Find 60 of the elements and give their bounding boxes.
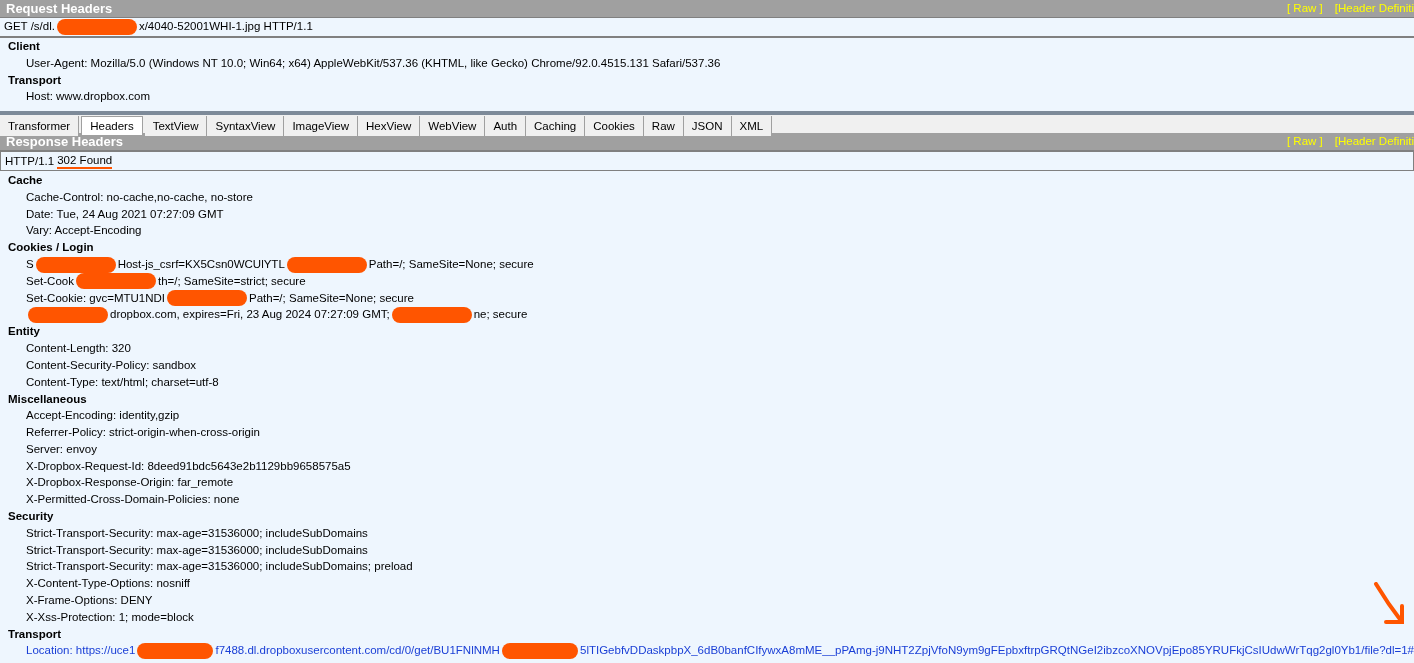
tab[interactable]: Auth: [485, 116, 527, 137]
tab[interactable]: Raw: [643, 116, 684, 137]
header-text: Host-js_csrf=KX5Csn0WCUlYTL: [117, 256, 285, 272]
tab[interactable]: TextView: [144, 116, 208, 137]
tab[interactable]: Headers: [81, 116, 143, 137]
group-heading: Transport: [7, 626, 63, 642]
header-text: Server: envoy: [26, 441, 97, 457]
header-text: X-Dropbox-Request-Id: 8deed91bdc5643e2b1129bb9658575a5: [26, 458, 351, 474]
tab[interactable]: Caching: [526, 116, 586, 137]
header-text: GET /s/dl.: [4, 19, 55, 35]
header-text: Cache-Control: no-cache,no-cache, no-store: [26, 189, 253, 205]
header-text: X-Permitted-Cross-Domain-Policies: none: [26, 492, 240, 508]
header-text: User-Agent: Mozilla/5.0 (Windows NT 10.0; Win64; x64) AppleWebKit/537.36 (KHTML, like Gecko) Chrome/92.0.4515.131 Safari/537.36: [26, 55, 721, 71]
location-link[interactable]: f7488.dl.dropboxusercontent.com/cd/0/get/BU1FNlNMH: [215, 642, 500, 660]
header-text: Path=/; SameSite=None; secure: [249, 290, 414, 306]
status-code: 302 Found: [57, 153, 113, 170]
group-heading: Miscellaneous: [7, 391, 88, 407]
header-text: th=/; SameSite=strict; secure: [157, 273, 306, 289]
request-line-field[interactable]: GET /s/dl. x/4040-52001WHI-1.jpg HTTP/1.1: [0, 18, 1414, 38]
status-line-field[interactable]: HTTP/1.1 302 Found: [0, 151, 1414, 172]
tab[interactable]: SyntaxView: [207, 116, 285, 137]
header-text: Vary: Accept-Encoding: [26, 223, 142, 239]
header-text: Strict-Transport-Security: max-age=31536000; includeSubDomains; preload: [26, 559, 413, 575]
header-text: Host: www.dropbox.com: [26, 89, 150, 105]
header-text: ne; secure: [473, 307, 528, 323]
header-text: Referrer-Policy: strict-origin-when-cross-origin: [26, 424, 260, 440]
group-heading: Cookies / Login: [7, 240, 95, 256]
header-text: Content-Security-Policy: sandbox: [26, 357, 197, 373]
header-text: S: [26, 256, 34, 272]
location-link[interactable]: 5lTIGebfvDDaskpbpX_6dB0banfCIfywxA8mME__pPAmg-j9NHT2ZpjVfoN9ym9gFEpbxftrpGRQtNGeI2ibzcoXNOVpjEpo85YRUFkjCsIUdwWrTqg2gl0Yb1/file?dl=1#: [580, 642, 1414, 660]
header-text: Strict-Transport-Security: max-age=31536000; includeSubDomains: [26, 542, 368, 558]
group-heading: Client: [7, 39, 41, 54]
header-text: Strict-Transport-Security: max-age=31536000; includeSubDomains: [26, 525, 368, 541]
tab[interactable]: Cookies: [585, 116, 644, 137]
header-text: Set-Cookie: gvc=MTU1NDI: [26, 290, 165, 306]
tab[interactable]: HexView: [358, 116, 421, 137]
header-text: dropbox.com, expires=Fri, 23 Aug 2024 07:27:09 GMT;: [110, 307, 390, 323]
header-text: Content-Type: text/html; charset=utf-8: [26, 374, 219, 390]
header-text: X-Frame-Options: DENY: [26, 592, 153, 608]
group-heading: Entity: [7, 324, 41, 340]
tab[interactable]: XML: [731, 116, 773, 137]
tab[interactable]: ImageView: [284, 116, 359, 137]
header-text: x/4040-52001WHI-1.jpg HTTP/1.1: [138, 19, 313, 35]
header-text: X-Content-Type-Options: nosniff: [26, 576, 191, 592]
section-title: Request Headers: [6, 0, 113, 18]
group-heading: Cache: [7, 173, 44, 189]
header-text: Date: Tue, 24 Aug 2021 07:27:09 GMT: [26, 206, 224, 222]
status-version: HTTP/1.1: [5, 153, 55, 169]
header-text: Accept-Encoding: identity,gzip: [26, 408, 180, 424]
location-link[interactable]: Location: https://uce1: [26, 642, 136, 660]
header-text: Content-Length: 320: [26, 340, 131, 356]
header-text: X-Xss-Protection: 1; mode=block: [26, 609, 194, 625]
header-text: Path=/; SameSite=None; secure: [368, 256, 534, 272]
group-heading: Security: [7, 509, 55, 525]
tab[interactable]: WebView: [420, 116, 486, 137]
tab[interactable]: Transformer: [0, 116, 80, 137]
header-text: Set-Cook: [26, 273, 74, 289]
group-heading: Transport: [7, 72, 63, 88]
tab[interactable]: JSON: [683, 116, 732, 137]
header-text: X-Dropbox-Response-Origin: far_remote: [26, 475, 234, 491]
